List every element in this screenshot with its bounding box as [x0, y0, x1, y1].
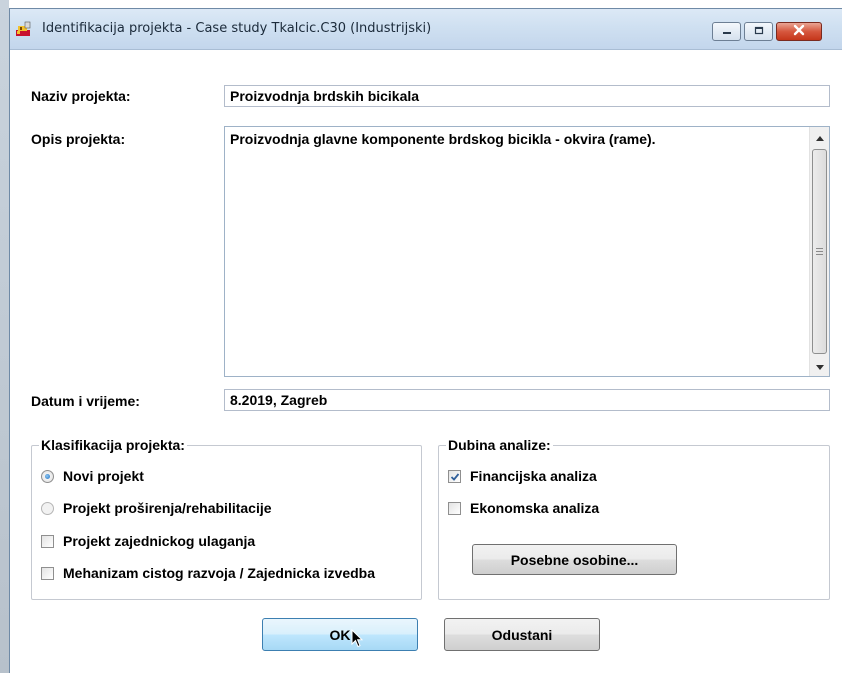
option-label: Mehanizam cistog razvoja / Zajednicka iz… [63, 565, 375, 581]
datum-label: Datum i vrijeme: [31, 393, 140, 409]
minimize-button[interactable] [712, 22, 741, 41]
datum-input[interactable]: 8.2019, Zagreb [224, 389, 830, 411]
mouse-cursor-icon [351, 628, 364, 653]
opis-scrollbar[interactable] [809, 127, 829, 376]
option-financijska-analiza[interactable]: Financijska analiza [448, 468, 597, 484]
scroll-thumb[interactable] [812, 149, 827, 354]
option-zajednicko-ulaganje[interactable]: Projekt zajednickog ulaganja [41, 533, 255, 549]
scroll-grip-line [816, 251, 823, 252]
opis-textarea[interactable]: Proizvodnja glavne komponente brdskog bi… [224, 126, 830, 377]
klasifikacija-legend: Klasifikacija projekta: [39, 437, 187, 453]
dialog-client-area: Naziv projekta: Proizvodnja brdskih bici… [10, 50, 842, 673]
radio-icon[interactable] [41, 469, 54, 483]
option-projekt-prosirenja[interactable]: Projekt proširenja/rehabilitacije [41, 500, 272, 516]
option-novi-projekt[interactable]: Novi projekt [41, 468, 144, 484]
option-label: Financijska analiza [470, 468, 597, 484]
close-icon [792, 23, 806, 41]
option-label: Ekonomska analiza [470, 500, 600, 516]
posebne-osobine-button[interactable]: Posebne osobine... [472, 544, 677, 575]
option-mehanizam-razvoja[interactable]: Mehanizam cistog razvoja / Zajednicka iz… [41, 565, 375, 581]
desktop-background [0, 0, 9, 673]
option-label: Projekt zajednickog ulaganja [63, 533, 256, 549]
option-label: Novi projekt [63, 468, 144, 484]
option-label: Projekt proširenja/rehabilitacije [63, 500, 272, 516]
cancel-button[interactable]: Odustani [444, 618, 600, 651]
checkbox-icon[interactable] [448, 501, 461, 515]
window-title: Identifikacija projekta - Case study Tka… [42, 21, 432, 36]
opis-label: Opis projekta: [31, 131, 126, 147]
naziv-input[interactable]: Proizvodnja brdskih bicikala [224, 85, 830, 107]
scroll-up-button[interactable] [810, 128, 829, 146]
ok-button[interactable]: OK [262, 618, 418, 651]
checkbox-icon[interactable] [41, 534, 54, 548]
option-ekonomska-analiza[interactable]: Ekonomska analiza [448, 500, 599, 516]
radio-icon[interactable] [41, 501, 54, 515]
scroll-down-icon [815, 357, 824, 375]
scroll-down-button[interactable] [810, 357, 829, 375]
checkbox-icon[interactable] [41, 566, 54, 580]
title-bar[interactable]: Identifikacija projekta - Case study Tka… [10, 9, 842, 50]
scroll-grip-line [816, 254, 823, 255]
dubina-analize-group: Dubina analize: Financijska analiza Ekon… [438, 437, 830, 600]
dubina-legend: Dubina analize: [446, 437, 553, 453]
scroll-grip-line [816, 248, 823, 249]
project-app-icon [16, 21, 32, 37]
naziv-label: Naziv projekta: [31, 88, 131, 104]
opis-text: Proizvodnja glavne komponente brdskog bi… [230, 131, 656, 147]
checkbox-icon[interactable] [448, 469, 461, 483]
minimize-icon [721, 23, 733, 41]
close-button[interactable] [776, 22, 822, 41]
maximize-button[interactable] [744, 22, 773, 41]
scroll-up-icon [815, 128, 824, 146]
maximize-icon [753, 23, 765, 41]
dialog-window: Identifikacija projekta - Case study Tka… [9, 8, 842, 673]
klasifikacija-group: Klasifikacija projekta: Novi projekt Pro… [31, 437, 422, 600]
